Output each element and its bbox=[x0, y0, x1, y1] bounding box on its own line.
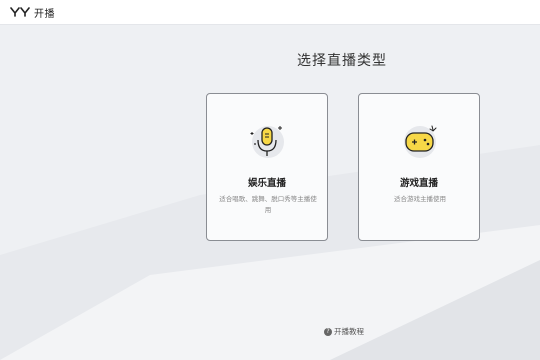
yy-logo-icon bbox=[10, 7, 30, 17]
card-description: 适合游戏主播使用 bbox=[394, 195, 446, 203]
card-description: 适合唱歌、跳舞、脱口秀等主播使用 bbox=[219, 195, 317, 214]
game-live-card[interactable]: 游戏直播 适合游戏主播使用 bbox=[358, 93, 480, 241]
entertainment-live-card[interactable]: 娱乐直播 适合唱歌、跳舞、脱口秀等主播使用 bbox=[206, 93, 328, 241]
card-title: 游戏直播 bbox=[399, 178, 438, 189]
tutorial-link[interactable]: ? 开播教程 bbox=[324, 326, 364, 337]
title-bar: 开播 bbox=[0, 0, 540, 25]
question-icon: ? bbox=[324, 327, 332, 336]
tutorial-label: 开播教程 bbox=[334, 327, 364, 336]
app-logo-text: 开播 bbox=[34, 8, 55, 20]
card-title: 娱乐直播 bbox=[247, 178, 286, 189]
page-title: 选择直播类型 bbox=[297, 53, 387, 69]
app-logo: 开播 bbox=[10, 5, 55, 20]
gamepad-icon bbox=[404, 125, 437, 158]
microphone-icon bbox=[250, 126, 284, 158]
